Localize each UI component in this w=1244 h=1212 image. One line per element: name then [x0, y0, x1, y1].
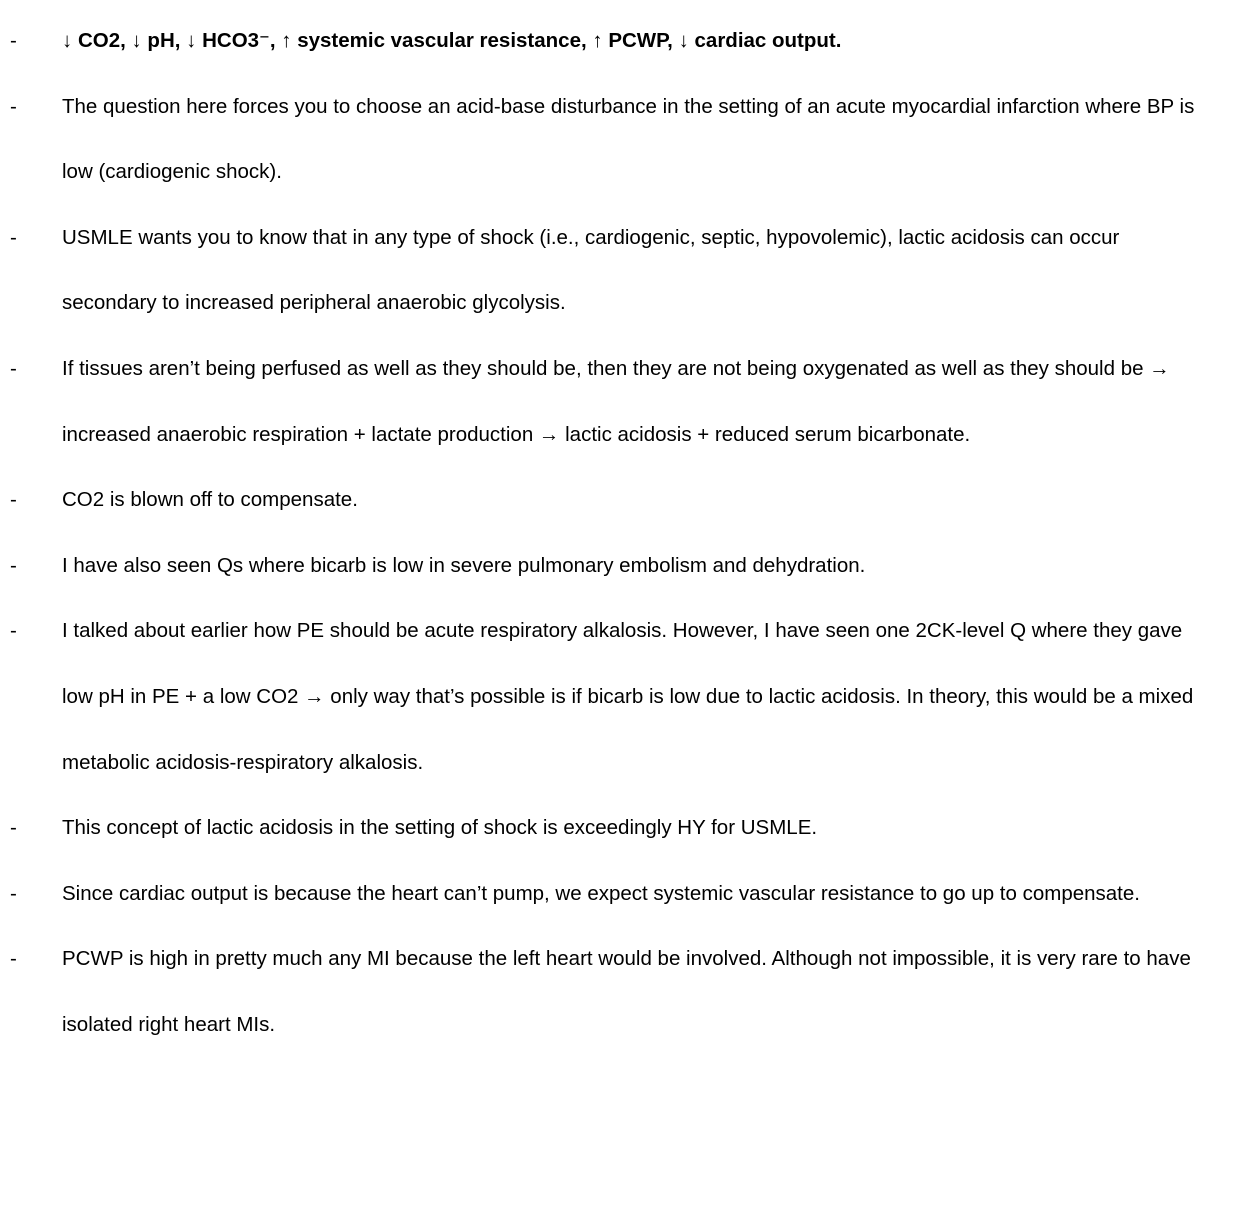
document-body: - ↓ CO2, ↓ pH, ↓ HCO3⁻, ↑ systemic vascul…	[0, 8, 1244, 1058]
bullet-dash: -	[10, 553, 17, 577]
list-item-text: The question here forces you to choose a…	[62, 94, 1195, 184]
bullet-dash: -	[10, 488, 17, 512]
list-item-text: Since cardiac output is because the hear…	[62, 881, 1140, 905]
list-item: - PCWP is high in pretty much any MI beca…	[0, 926, 1244, 1057]
list-item-text: If tissues aren’t being perfused as well…	[62, 356, 1170, 446]
bullet-dash: -	[10, 619, 17, 643]
list-item-text: ↓ CO2, ↓ pH, ↓ HCO3⁻, ↑ systemic vascula…	[62, 29, 842, 52]
list-item: - Since cardiac output is because the hea…	[0, 861, 1244, 927]
list-item: - I have also seen Qs where bicarb is low…	[0, 533, 1244, 599]
list-item-text: PCWP is high in pretty much any MI becau…	[62, 947, 1191, 1036]
bullet-dash: -	[10, 94, 17, 118]
bullet-dash: -	[10, 947, 17, 971]
list-item-text: USMLE wants you to know that in any type…	[62, 225, 1120, 315]
list-item-text: CO2 is blown off to compensate.	[62, 488, 358, 512]
list-item-text: This concept of lactic acidosis in the s…	[62, 816, 818, 840]
list-item: - ↓ CO2, ↓ pH, ↓ HCO3⁻, ↑ systemic vascul…	[0, 8, 1244, 74]
list-item: - This concept of lactic acidosis in the …	[0, 795, 1244, 861]
bullet-dash: -	[10, 29, 17, 52]
list-item: - The question here forces you to choose …	[0, 74, 1244, 205]
bullet-dash: -	[10, 225, 17, 249]
list-item: - If tissues aren’t being perfused as wel…	[0, 336, 1244, 467]
list-item: - USMLE wants you to know that in any typ…	[0, 205, 1244, 336]
list-item: - I talked about earlier how PE should be…	[0, 598, 1244, 795]
bullet-dash: -	[10, 816, 17, 840]
bullet-dash: -	[10, 881, 17, 905]
list-item-text: I talked about earlier how PE should be …	[62, 619, 1194, 774]
list-item: - CO2 is blown off to compensate.	[0, 467, 1244, 533]
bullet-dash: -	[10, 356, 17, 380]
list-item-text: I have also seen Qs where bicarb is low …	[62, 553, 866, 577]
